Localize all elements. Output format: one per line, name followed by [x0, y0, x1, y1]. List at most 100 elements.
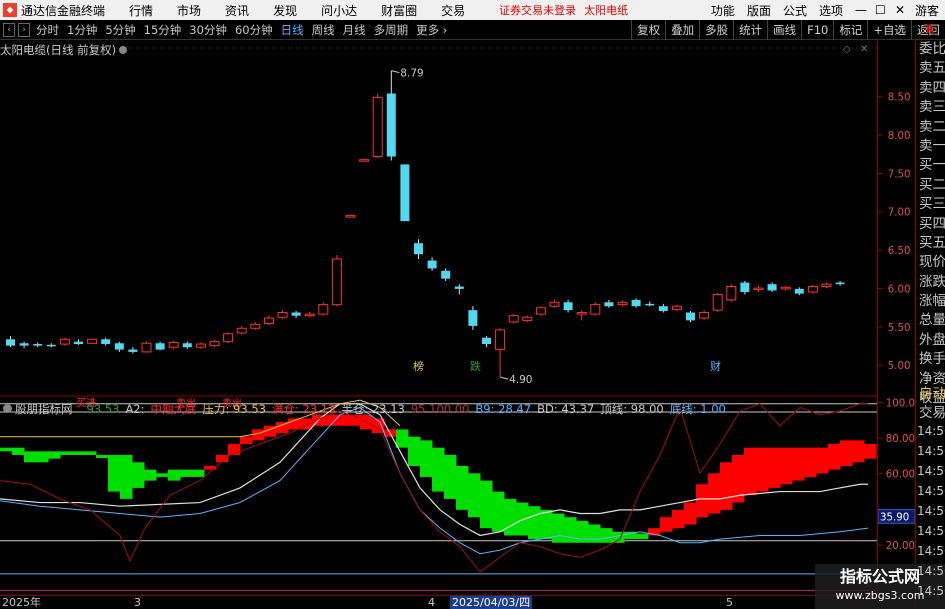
- period-weekly[interactable]: 周线: [308, 22, 339, 38]
- close-icon[interactable]: ✕: [889, 3, 909, 17]
- menu-xuanxiang[interactable]: 选项: [813, 2, 849, 19]
- menu-gongneng[interactable]: 功能: [705, 2, 741, 19]
- menu-jiaoyi[interactable]: 交易: [429, 2, 477, 19]
- auto-trade-label[interactable]: 自动: [916, 385, 945, 404]
- candle-body: [821, 283, 832, 288]
- candle-body: [549, 301, 560, 307]
- red-band-segment: [828, 444, 841, 470]
- candle-body: [686, 312, 695, 321]
- side-item[interactable]: 买四: [916, 215, 945, 234]
- side-item[interactable]: 涨幅: [916, 292, 945, 311]
- candle-body: [482, 337, 491, 345]
- period-60min[interactable]: 60分钟: [231, 22, 277, 38]
- period-more[interactable]: 更多 ›: [412, 22, 451, 38]
- time-row: 14:56: [917, 424, 945, 438]
- green-band-segment: [24, 451, 37, 463]
- side-item[interactable]: 买一: [916, 156, 945, 175]
- red-band-segment: [660, 517, 673, 532]
- menu-caifuquan[interactable]: 财富圈: [369, 2, 429, 19]
- period-daily[interactable]: 日线: [277, 22, 308, 38]
- menu-gongshi[interactable]: 公式: [777, 2, 813, 19]
- side-item[interactable]: 卖三: [916, 98, 945, 117]
- green-band-segment: [156, 473, 169, 477]
- side-item[interactable]: 委比: [916, 40, 945, 59]
- side-item[interactable]: 买五: [916, 234, 945, 253]
- side-item[interactable]: 现价: [916, 253, 945, 272]
- ind-val-3: 压力: 93.53: [202, 401, 266, 416]
- date-label-march: 3: [134, 596, 141, 609]
- btn-biaoji[interactable]: 标记: [833, 19, 867, 40]
- candle-body: [209, 341, 220, 347]
- side-item[interactable]: 外盘: [916, 331, 945, 350]
- side-item[interactable]: 买二: [916, 176, 945, 195]
- green-band-segment: [180, 469, 193, 477]
- green-band-segment: [540, 509, 553, 540]
- ind-tick-label: 20.00: [886, 541, 915, 552]
- minimize-icon[interactable]: —: [849, 3, 869, 17]
- stock-name: 太阳电纸: [584, 4, 629, 17]
- candle-body: [699, 312, 710, 319]
- time-row: 14:56: [917, 444, 945, 458]
- menu-zixun[interactable]: 资讯: [213, 2, 261, 19]
- side-item[interactable]: 总量: [916, 311, 945, 330]
- btn-diejia[interactable]: 叠加: [665, 19, 699, 40]
- nav-forward-icon[interactable]: ›: [18, 22, 30, 37]
- period-30min[interactable]: 30分钟: [185, 22, 231, 38]
- side-item[interactable]: 卖四: [916, 79, 945, 98]
- price-tick-label: 8.50: [888, 93, 911, 104]
- event-marker: 财: [710, 359, 721, 373]
- event-marker: 跌: [470, 359, 481, 373]
- candlestick-chart[interactable]: 8.794.90榜跌财◇ ✕: [0, 40, 877, 397]
- green-band-segment: [456, 465, 469, 510]
- candle-body: [400, 164, 410, 222]
- period-15min[interactable]: 15分钟: [140, 22, 186, 38]
- green-band-segment: [144, 469, 157, 481]
- btn-f10[interactable]: F10: [801, 19, 833, 40]
- side-item[interactable]: 卖一: [916, 137, 945, 156]
- menu-shichang[interactable]: 市场: [165, 2, 213, 19]
- maximize-icon[interactable]: ☐: [869, 3, 889, 17]
- ind-val-0: 93.53: [86, 401, 120, 416]
- red-band-segment: [672, 509, 685, 529]
- side-item[interactable]: 卖五: [916, 59, 945, 78]
- indicator-name[interactable]: 股朋指标网: [15, 401, 73, 417]
- time-row: 14:56: [917, 524, 945, 538]
- main-chart-title-text: 太阳电缆(日线 前复权): [0, 43, 117, 57]
- nav-back-icon[interactable]: ‹: [3, 22, 15, 37]
- menu-banmian[interactable]: 版面: [741, 2, 777, 19]
- btn-duogu[interactable]: 多股: [699, 19, 733, 40]
- green-band-segment: [564, 517, 577, 543]
- side-item[interactable]: 卖二: [916, 118, 945, 137]
- side-item[interactable]: 买三: [916, 195, 945, 214]
- red-band-segment: [744, 447, 757, 496]
- user-label[interactable]: 游客: [909, 2, 945, 19]
- trade-label[interactable]: 交易: [916, 404, 945, 423]
- side-item[interactable]: 涨跌: [916, 273, 945, 292]
- btn-zixuan[interactable]: +自选: [867, 19, 911, 40]
- period-1min[interactable]: 1分钟: [63, 22, 101, 38]
- btn-tongji[interactable]: 统计: [733, 19, 767, 40]
- period-monthly[interactable]: 月线: [339, 22, 370, 38]
- menu-wenxiaoda[interactable]: 问小达: [309, 2, 369, 19]
- candle-body: [263, 317, 274, 325]
- period-5min[interactable]: 5分钟: [101, 22, 139, 38]
- date-axis: 2025年 3 4 2025/04/03/四 5: [0, 595, 877, 609]
- settings-dot-icon[interactable]: [119, 46, 128, 54]
- candle-body: [753, 287, 764, 291]
- ind-val-8: BD: 43.37: [537, 401, 595, 416]
- period-multi[interactable]: 多周期: [370, 22, 413, 38]
- side-item[interactable]: 换手: [916, 350, 945, 369]
- candle-body: [155, 343, 165, 350]
- period-fenshi[interactable]: 分时: [32, 22, 63, 38]
- green-band-segment: [120, 455, 133, 499]
- login-notice[interactable]: 证券交易未登录 太阳电纸: [499, 2, 628, 18]
- green-band-segment: [444, 455, 457, 499]
- btn-huaxian[interactable]: 画线: [767, 19, 801, 40]
- menu-faxian[interactable]: 发现: [261, 2, 309, 19]
- indicator-settings-icon[interactable]: [3, 404, 12, 413]
- green-band-segment: [48, 451, 61, 459]
- btn-fuquan[interactable]: 复权: [631, 19, 665, 40]
- main-chart-title[interactable]: 太阳电缆(日线 前复权): [0, 42, 128, 58]
- green-band-segment: [552, 513, 565, 543]
- menu-hangqing[interactable]: 行情: [117, 2, 165, 19]
